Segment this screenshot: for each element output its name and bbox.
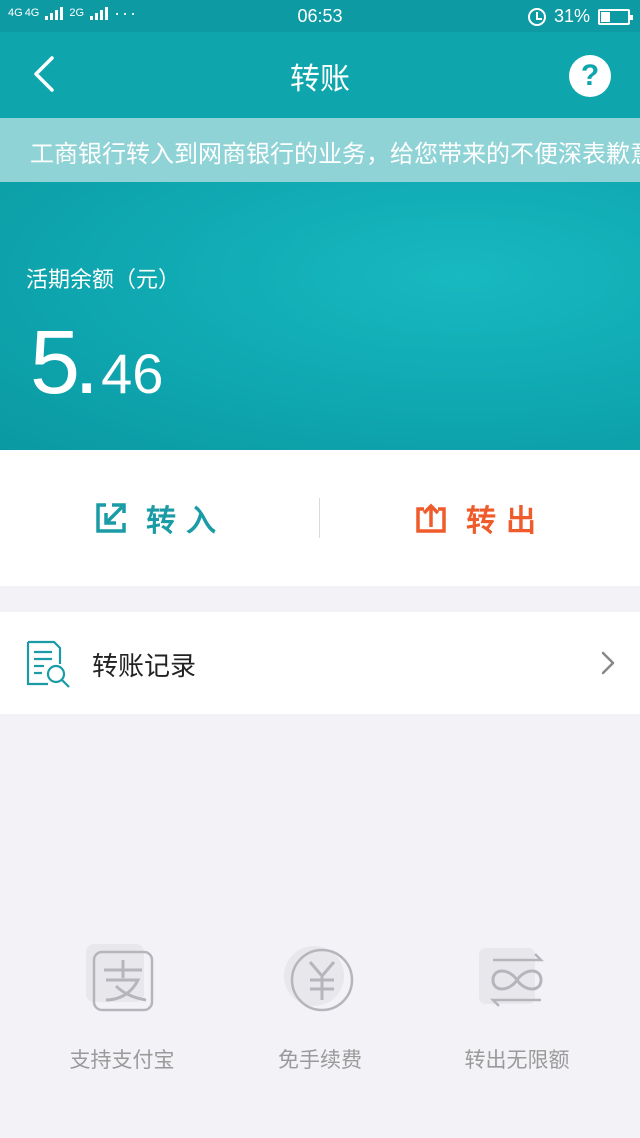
feature-alipay: 支持支付宝 [22, 938, 222, 1074]
page-title: 转账 [290, 62, 350, 97]
transfer-records-label: 转账记录 [92, 652, 197, 682]
status-bar: 4G 4G 2G ··· 06:53 31% [0, 0, 640, 32]
balance-decimal: 46 [101, 342, 164, 405]
battery-fill [601, 11, 610, 22]
battery-percent: 31% [553, 6, 590, 26]
feature-list: 支持支付宝 免手续费 转出无限额 [0, 938, 640, 1088]
feature-no-fee: 免手续费 [220, 938, 420, 1074]
balance-label: 活期余额（元） [26, 268, 181, 293]
transfer-out-label: 转出 [466, 504, 546, 539]
transfer-in-label: 转入 [146, 504, 226, 539]
transfer-out-button[interactable]: 转出 [320, 450, 640, 586]
balance-card: 活期余额（元） 5.46 [0, 182, 640, 450]
transfer-records-row[interactable]: 转账记录 [0, 612, 640, 714]
balance-integer: 5 [30, 313, 81, 413]
infinity-icon [479, 948, 545, 1007]
yuan-icon [284, 946, 354, 1012]
feature-unlimited: 转出无限额 [417, 938, 617, 1074]
transfer-out-icon [416, 503, 446, 533]
notice-text: 工商银行转入到网商银行的业务，给您带来的不便深表歉意 [30, 140, 640, 168]
help-button[interactable]: ? [569, 55, 611, 97]
transfer-actions: 转入 转出 [0, 450, 640, 586]
transfer-in-button[interactable]: 转入 [0, 450, 320, 586]
transfer-in-icon [96, 503, 126, 533]
feature-alipay-label: 支持支付宝 [69, 1048, 175, 1072]
notice-banner[interactable]: 工商银行转入到网商银行的业务，给您带来的不便深表歉意 [0, 118, 640, 182]
balance-amount: 5.46 [30, 312, 163, 415]
feature-unlimited-label: 转出无限额 [464, 1048, 570, 1072]
question-icon: ? [580, 59, 600, 92]
nav-bar: 转账 ? [0, 32, 640, 118]
battery-icon [598, 8, 633, 25]
document-search-icon [26, 640, 70, 688]
feature-no-fee-label: 免手续费 [278, 1048, 362, 1072]
chevron-right-icon [601, 651, 615, 675]
alarm-icon [527, 7, 546, 26]
status-bar-right: 31% [527, 6, 633, 27]
balance-dot: . [74, 313, 100, 413]
alipay-icon [86, 944, 154, 1012]
